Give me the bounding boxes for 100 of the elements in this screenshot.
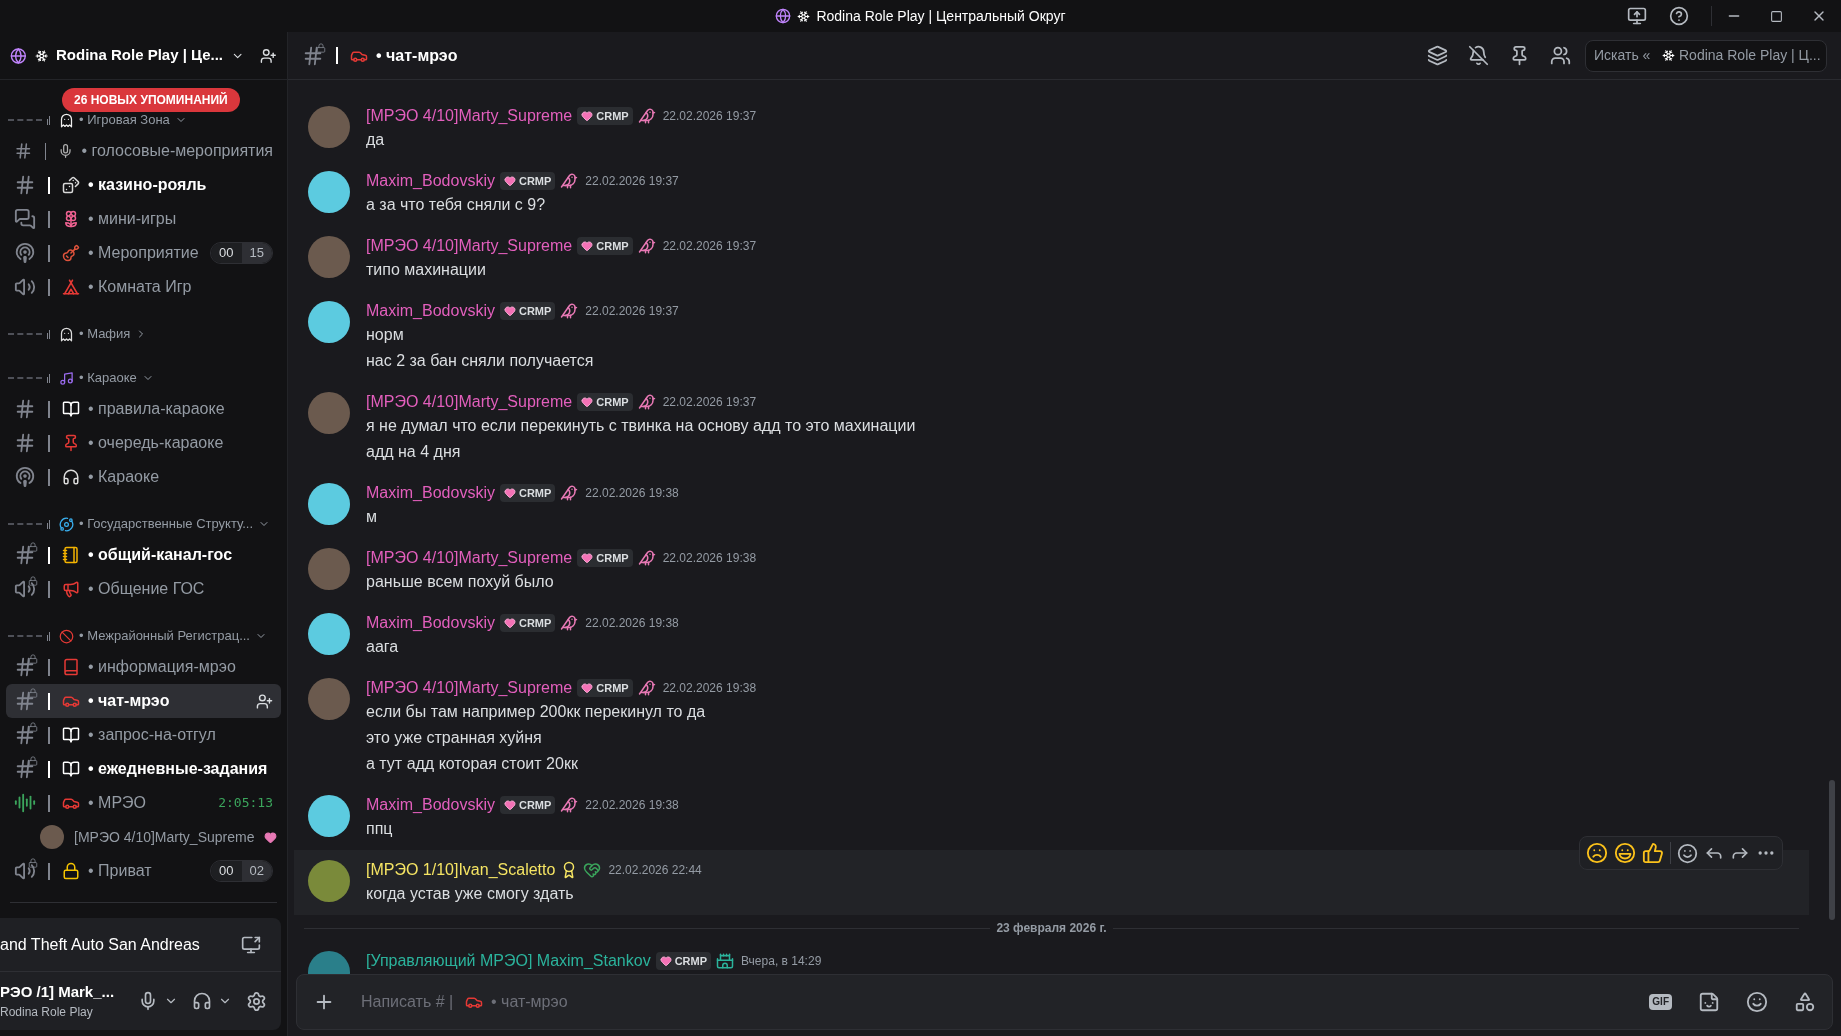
- category-header[interactable]: • Караоке: [0, 364, 162, 392]
- channel-name: • Общение ГОС: [88, 579, 205, 599]
- emoji-icon[interactable]: [1746, 991, 1768, 1013]
- author-name[interactable]: Maxim_Bodovskiy: [366, 481, 495, 505]
- channel-item[interactable]: • очередь-караоке: [6, 426, 281, 460]
- channel-item[interactable]: • мини-игры: [6, 202, 281, 236]
- channel-title: • чат-мрэо: [376, 45, 458, 66]
- channel-item[interactable]: • Приват 00 02: [6, 854, 281, 888]
- signal-bars-icon: [47, 329, 50, 339]
- book-icon: [62, 726, 80, 744]
- channel-item[interactable]: • Комната Игр: [6, 270, 281, 304]
- category-name: • Игровая Зона: [79, 111, 170, 130]
- message-text: да: [366, 130, 386, 150]
- author-name[interactable]: [МРЭО 4/10]Marty_Supreme: [366, 676, 573, 700]
- channel-item[interactable]: • голосовые-мероприятия: [6, 134, 281, 168]
- sticker-icon[interactable]: [1698, 991, 1720, 1013]
- book-icon: [62, 400, 80, 418]
- author-name[interactable]: Maxim_Bodovskiy: [366, 793, 495, 817]
- hash-icon: [14, 174, 36, 196]
- screen-record-icon[interactable]: [1627, 6, 1647, 26]
- channel-item[interactable]: • Караоке: [6, 460, 281, 494]
- author-name[interactable]: [МРЭО 4/10]Marty_Supreme: [366, 234, 573, 258]
- avatar-photo: [308, 301, 350, 343]
- notebook-icon: [62, 546, 80, 564]
- signal-bars-icon: [47, 115, 50, 125]
- channel-item[interactable]: • запрос-на-отгул: [6, 718, 281, 752]
- server-header[interactable]: Rodina Role Play | Це...: [0, 32, 287, 80]
- message-text: а за что тебя сняли с 9?: [366, 195, 547, 215]
- microphone-icon[interactable]: [138, 991, 158, 1011]
- scrollbar-thumb[interactable]: [1829, 780, 1835, 920]
- author-name[interactable]: [Управляющий МРЭО] Maxim_Stankov: [366, 949, 651, 973]
- screen-share-icon[interactable]: [241, 934, 261, 955]
- message-text: если бы там например 200кк перекинул то да: [366, 702, 707, 722]
- category-name: • Межрайонный Регистрац...: [79, 627, 250, 646]
- thumbs-up-icon[interactable]: [1642, 842, 1664, 864]
- heart-icon: [264, 830, 278, 844]
- channel-item[interactable]: • ежедневные-задания: [6, 752, 281, 786]
- speaker-icon: [14, 276, 36, 298]
- author-name[interactable]: [МРЭО 4/10]Marty_Supreme: [366, 104, 573, 128]
- server-logo-icon: [775, 8, 792, 24]
- locked-speaker-icon: [14, 578, 36, 600]
- message-field[interactable]: Написать # | • чат-мрэо GIF: [296, 974, 1833, 1030]
- headphones-icon[interactable]: [192, 991, 212, 1011]
- muted-bell-icon[interactable]: [1468, 45, 1489, 66]
- channel-item[interactable]: • Мероприятие 00 15: [6, 236, 281, 270]
- channel-name: • Мероприятие: [88, 243, 199, 263]
- search-field[interactable]: Искать « Rodina Role Play | Ц...: [1585, 39, 1827, 72]
- channel-name: • ежедневные-задания: [88, 759, 268, 779]
- heart-hands-icon: [583, 861, 602, 879]
- apps-icon[interactable]: [1794, 991, 1816, 1013]
- message-text: нас 2 за бан сняли получается: [366, 351, 595, 371]
- channel-item[interactable]: • общий-канал-гос: [6, 538, 281, 572]
- avatar-photo: [308, 236, 350, 278]
- channel-item[interactable]: • информация-мрэо: [6, 650, 281, 684]
- crying-emoji-icon[interactable]: [1586, 842, 1608, 864]
- voice-activity-icon: [14, 792, 36, 814]
- message-text: а тут адд которая стоит 20кк: [366, 754, 579, 774]
- avatar-photo: [308, 678, 350, 720]
- author-name[interactable]: [МРЭО 4/10]Marty_Supreme: [366, 390, 573, 414]
- music-notes-icon: [59, 370, 74, 386]
- threads-icon[interactable]: [1427, 45, 1448, 66]
- channel-item[interactable]: • МРЭО 2:05:13: [6, 786, 281, 820]
- author-name[interactable]: Maxim_Bodovskiy: [366, 299, 495, 323]
- timestamp: 22.02.2026 19:38: [585, 615, 679, 632]
- gif-button[interactable]: GIF: [1649, 994, 1672, 1010]
- channel-item[interactable]: • Общение ГОС: [6, 572, 281, 606]
- tag-badge: CRMP: [577, 393, 633, 411]
- author-name[interactable]: [МРЭО 4/10]Marty_Supreme: [366, 546, 573, 570]
- category-header[interactable]: • Межрайонный Регистрац...: [0, 622, 275, 650]
- channel-item[interactable]: • казино-рояль: [6, 168, 281, 202]
- channel-name: • Караоке: [88, 467, 160, 487]
- author-name[interactable]: Maxim_Bodovskiy: [366, 169, 495, 193]
- timestamp: 22.02.2026 19:37: [585, 303, 679, 320]
- author-name[interactable]: Maxim_Bodovskiy: [366, 611, 495, 635]
- timestamp: 22.02.2026 19:37: [585, 173, 679, 190]
- placeholder-channel: • чат-мрэо: [491, 992, 568, 1012]
- maximize-icon[interactable]: [1770, 9, 1783, 23]
- timestamp: 22.02.2026 22:44: [608, 862, 702, 879]
- search-input[interactable]: Искать «: [1594, 45, 1658, 66]
- new-mentions-toast[interactable]: 26 НОВЫХ УПОМИНАНИЙ: [62, 88, 240, 112]
- tag-badge: CRMP: [577, 237, 633, 255]
- category-header[interactable]: • Государственные Структу...: [0, 510, 279, 538]
- channel-name: • мини-игры: [88, 209, 177, 229]
- category-name: • Караоке: [79, 369, 137, 388]
- channel-item[interactable]: • правила-караоке: [6, 392, 281, 426]
- message-text: адд на 4 дня: [366, 442, 462, 462]
- category-header[interactable]: • Мафия: [0, 320, 156, 348]
- settings-icon[interactable]: [246, 990, 267, 1012]
- hash-icon: [14, 140, 33, 162]
- channel-item[interactable]: • чат-мрэо: [6, 684, 281, 718]
- activity-title: and Theft Auto San Andreas: [0, 934, 200, 955]
- invite-icon[interactable]: [256, 692, 273, 710]
- help-icon[interactable]: [1669, 6, 1689, 26]
- channel-name: • чат-мрэо: [88, 691, 170, 711]
- book-icon: [62, 658, 80, 676]
- add-reaction-icon[interactable]: [1677, 842, 1698, 864]
- ghost-icon: [59, 112, 74, 128]
- members-icon[interactable]: [1550, 45, 1571, 66]
- author-name[interactable]: [МРЭО 1/10]Ivan_Scaletto: [366, 858, 556, 882]
- message-text: норм: [366, 325, 405, 345]
